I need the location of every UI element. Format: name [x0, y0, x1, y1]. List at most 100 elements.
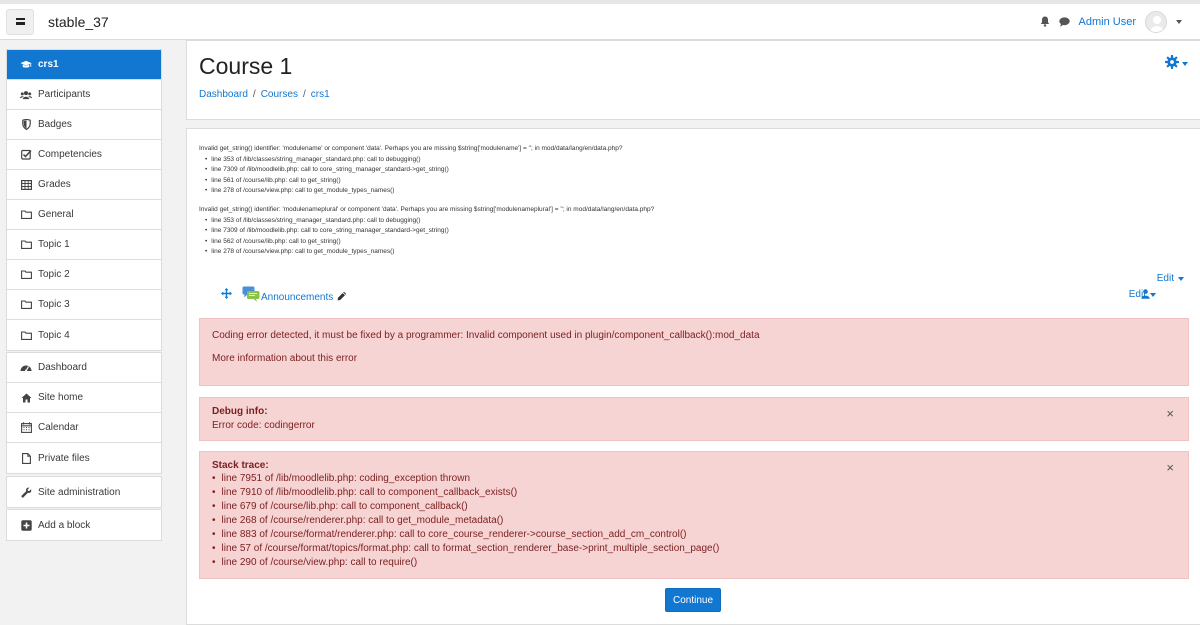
stack-trace-line: line 7910 of /lib/moodlelib.php: call to…: [212, 486, 1176, 500]
move-icon[interactable]: [221, 288, 232, 302]
close-icon[interactable]: ×: [1166, 460, 1174, 475]
dashboard-icon: [20, 362, 32, 374]
chevron-down-icon: [1178, 276, 1184, 281]
graduation-cap-icon: [20, 59, 32, 71]
sidebar-item-calendar[interactable]: Calendar: [7, 413, 161, 443]
stack-trace-alert: Stack trace: line 7951 of /lib/moodlelib…: [199, 451, 1189, 579]
close-icon[interactable]: ×: [1166, 406, 1174, 421]
plus-square-icon: [20, 519, 32, 531]
breadcrumb-dashboard[interactable]: Dashboard: [199, 89, 248, 100]
sidebar-item-topic-1[interactable]: Topic 1: [7, 230, 161, 260]
sidebar-item-label: Topic 1: [38, 239, 70, 250]
stack-trace-line: line 268 of /course/renderer.php: call t…: [212, 514, 1176, 528]
sidebar-item-label: Badges: [38, 119, 72, 130]
backtrace-line: line 278 of /course/view.php: call to ge…: [205, 186, 622, 197]
backtrace-line: line 562 of /course/lib.php: call to get…: [205, 237, 654, 248]
folder-icon: [20, 269, 32, 281]
sidebar-item-site-administration[interactable]: Site administration: [7, 477, 161, 507]
sidebar-item-label: Topic 2: [38, 269, 70, 280]
sidebar-item-dashboard[interactable]: Dashboard: [7, 353, 161, 383]
debug-backtrace: line 353 of /lib/classes/string_manager_…: [199, 155, 622, 197]
site-nav-group: Dashboard Site home Calendar Private fil…: [6, 352, 162, 474]
folder-icon: [20, 239, 32, 251]
admin-nav-group: Site administration: [6, 476, 162, 508]
announcements-link[interactable]: Announcements: [261, 292, 333, 303]
nav-drawer: crs1 Participants Badges Competencies Gr…: [0, 40, 173, 625]
table-icon: [20, 179, 32, 191]
backtrace-line: line 278 of /course/view.php: call to ge…: [205, 247, 654, 258]
sidebar-item-topic-2[interactable]: Topic 2: [7, 260, 161, 290]
chat-icon[interactable]: [1058, 16, 1070, 27]
user-menu-caret-icon[interactable]: [1176, 19, 1182, 24]
sidebar-item-label: Grades: [38, 179, 71, 190]
course-actions-menu[interactable]: [1165, 55, 1188, 72]
chevron-down-icon: [1150, 292, 1156, 297]
add-block-button[interactable]: Add a block: [7, 510, 161, 540]
debug-info-alert: Debug info: Error code: codingerror ×: [199, 397, 1189, 441]
debug-message-1: Invalid get_string() identifier: 'module…: [199, 144, 622, 197]
sidebar-item-label: Site administration: [38, 486, 121, 498]
sidebar-item-grades[interactable]: Grades: [7, 170, 161, 200]
section-edit-label: Edit: [1156, 273, 1174, 284]
backtrace-line: line 353 of /lib/classes/string_manager_…: [205, 216, 654, 227]
continue-button[interactable]: Continue: [665, 588, 721, 612]
sidebar-item-topic-4[interactable]: Topic 4: [7, 320, 161, 350]
sidebar-item-participants[interactable]: Participants: [7, 80, 161, 110]
debug-message-2: Invalid get_string() identifier: 'module…: [199, 205, 654, 258]
activity-announcements: Announcements: [261, 291, 347, 304]
user-icon[interactable]: [1141, 289, 1150, 302]
backtrace-line: line 7309 of /lib/moodlelib.php: call to…: [205, 165, 622, 176]
debug-backtrace: line 353 of /lib/classes/string_manager_…: [199, 216, 654, 258]
sidebar-item-label: crs1: [38, 59, 59, 70]
gear-icon: [1165, 55, 1179, 72]
sidebar-item-label: Private files: [38, 452, 90, 464]
sidebar-item-label: Topic 4: [38, 329, 70, 341]
menu-toggle-button[interactable]: [6, 8, 34, 35]
sidebar-item-badges[interactable]: Badges: [7, 110, 161, 140]
stack-trace-line: line 57 of /course/format/topics/format.…: [212, 542, 1176, 556]
sidebar-item-site-home[interactable]: Site home: [7, 383, 161, 413]
backtrace-line: line 353 of /lib/classes/string_manager_…: [205, 155, 622, 166]
sidebar-item-label: General: [38, 209, 74, 220]
avatar[interactable]: [1145, 10, 1167, 33]
debug-message-text: Invalid get_string() identifier: 'module…: [199, 145, 623, 152]
stack-trace-line: line 7951 of /lib/moodlelib.php: coding_…: [212, 472, 1176, 486]
course-content: Invalid get_string() identifier: 'module…: [186, 128, 1200, 625]
sidebar-item-label: Site home: [38, 392, 84, 403]
debug-info-title: Debug info:: [212, 406, 268, 417]
home-icon: [20, 392, 32, 404]
stack-trace-line: line 883 of /course/format/renderer.php:…: [212, 528, 1176, 542]
sidebar-item-label: Competencies: [38, 149, 102, 160]
top-navbar: stable_37 Admin User: [0, 0, 1200, 40]
sidebar-item-competencies[interactable]: Competencies: [7, 140, 161, 170]
add-block-label: Add a block: [38, 519, 91, 531]
sidebar-item-crs1[interactable]: crs1: [7, 50, 161, 80]
page-title: Course 1: [199, 53, 293, 79]
breadcrumb-separator: /: [252, 89, 256, 100]
pencil-icon[interactable]: [337, 291, 347, 304]
breadcrumb-courses[interactable]: Courses: [261, 89, 298, 100]
users-icon: [20, 89, 32, 101]
calendar-icon: [20, 422, 32, 434]
bell-icon[interactable]: [1040, 16, 1050, 27]
breadcrumb-crs1[interactable]: crs1: [311, 89, 330, 100]
section-edit-menu[interactable]: Edit: [1157, 273, 1184, 284]
site-name[interactable]: stable_37: [48, 14, 109, 30]
hamburger-icon: [15, 18, 25, 25]
user-nav: Admin User: [1040, 10, 1182, 33]
wrench-icon: [20, 486, 32, 498]
breadcrumb: Dashboard / Courses / crs1: [199, 89, 330, 100]
sidebar-item-label: Calendar: [38, 422, 79, 433]
error-message: Coding error detected, it must be fixed …: [212, 330, 760, 341]
add-block-group: Add a block: [6, 509, 162, 541]
sidebar-item-private-files[interactable]: Private files: [7, 443, 161, 473]
debug-info-text: Error code: codingerror: [212, 420, 315, 431]
user-menu-name[interactable]: Admin User: [1079, 16, 1136, 28]
folder-icon: [20, 329, 32, 341]
breadcrumb-separator: /: [302, 89, 306, 100]
sidebar-item-topic-3[interactable]: Topic 3: [7, 290, 161, 320]
file-icon: [20, 452, 32, 464]
backtrace-line: line 561 of /course/lib.php: call to get…: [205, 176, 622, 187]
sidebar-item-general[interactable]: General: [7, 200, 161, 230]
stack-trace-list: line 7951 of /lib/moodlelib.php: coding_…: [212, 472, 1176, 570]
